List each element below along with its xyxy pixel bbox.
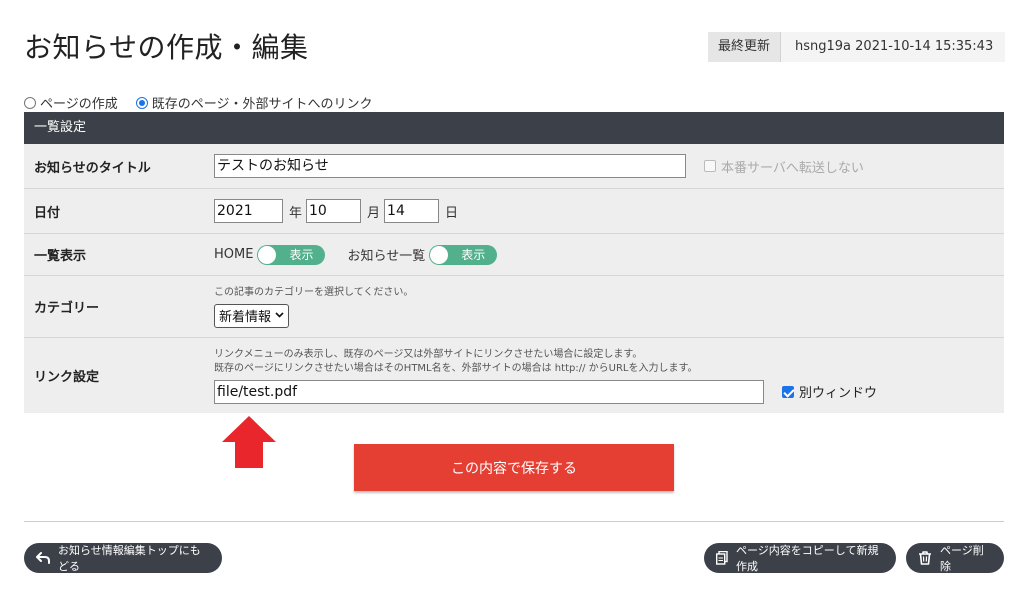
radio-label: ページの作成 xyxy=(40,97,118,112)
last-updated-info: 最終更新 hsng19a 2021-10-14 15:35:43 xyxy=(708,32,1006,62)
page-title: お知らせの作成・編集 xyxy=(24,31,309,64)
list-display-row: 一覧表示 HOME 表示 お知らせ一覧 表示 xyxy=(24,234,1004,276)
month-input[interactable]: 10 xyxy=(306,199,362,223)
radio-option-link[interactable]: 既存のページ・外部サイトへのリンク xyxy=(135,93,373,112)
toggle-knob xyxy=(430,245,449,264)
new-window-label: 別ウィンドウ xyxy=(799,386,878,401)
day-input[interactable]: 14 xyxy=(384,199,440,223)
chevron-down-icon xyxy=(275,310,284,321)
copy-icon xyxy=(716,551,728,565)
copy-button-label: ページ内容をコピーして新規作成 xyxy=(736,544,879,573)
category-hint: この記事のカテゴリーを選択してください。 xyxy=(214,286,414,298)
day-unit: 日 xyxy=(445,205,459,221)
list-display-label: 一覧表示 xyxy=(34,249,87,264)
link-hint-2: 既存のページにリンクさせたい場合はそのHTML名を、外部サイトの場合は http… xyxy=(214,362,698,374)
toggle-knob xyxy=(258,245,277,264)
home-label: HOME xyxy=(214,247,254,262)
last-updated-label: 最終更新 xyxy=(708,32,782,62)
date-row: 日付 2021 年 10 月 14 日 xyxy=(24,189,1004,234)
news-list-display-toggle[interactable]: 表示 xyxy=(429,244,498,265)
link-url-input[interactable]: file/test.pdf xyxy=(214,379,764,404)
list-settings-form: 一覧設定 お知らせのタイトル テストのお知らせ 本番サーバへ転送しない 日付 2… xyxy=(24,112,1004,413)
toggle-text: 表示 xyxy=(461,247,486,262)
checkbox[interactable] xyxy=(704,160,716,172)
year-input[interactable]: 2021 xyxy=(214,199,283,223)
category-label: カテゴリー xyxy=(34,301,100,316)
radio-option-create-page[interactable]: ページの作成 xyxy=(24,93,118,112)
copy-new-page-button[interactable]: ページ内容をコピーして新規作成 xyxy=(704,543,896,573)
last-updated-value: hsng19a 2021-10-14 15:35:43 xyxy=(781,32,1006,62)
trash-icon xyxy=(918,551,932,565)
category-selected-value: 新着情報 xyxy=(219,310,272,325)
month-unit: 月 xyxy=(367,205,381,221)
category-row: カテゴリー この記事のカテゴリーを選択してください。 新着情報 xyxy=(24,276,1004,338)
no-transfer-checkbox[interactable]: 本番サーバへ転送しない xyxy=(704,157,864,176)
title-row: お知らせのタイトル テストのお知らせ 本番サーバへ転送しない xyxy=(24,144,1004,189)
news-list-label: お知らせ一覧 xyxy=(347,249,426,264)
home-display-toggle[interactable]: 表示 xyxy=(257,244,326,265)
back-to-top-button[interactable]: お知らせ情報編集トップにもどる xyxy=(24,543,222,573)
checkbox-checked[interactable] xyxy=(782,385,794,398)
radio-button[interactable] xyxy=(24,96,36,109)
section-header: 一覧設定 xyxy=(24,112,1004,144)
page-type-selector: ページの作成 既存のページ・外部サイトへのリンク xyxy=(24,93,391,112)
date-label: 日付 xyxy=(34,205,61,221)
new-window-checkbox[interactable]: 別ウィンドウ xyxy=(782,382,877,401)
title-input[interactable]: テストのお知らせ xyxy=(214,154,686,178)
link-settings-row: リンク設定 リンクメニューのみ表示し、既存のページ又は外部サイトにリンクさせたい… xyxy=(24,338,1004,413)
no-transfer-label: 本番サーバへ転送しない xyxy=(721,160,864,176)
red-up-arrow-icon xyxy=(222,416,276,472)
divider xyxy=(24,521,1004,522)
radio-label: 既存のページ・外部サイトへのリンク xyxy=(151,97,373,112)
link-settings-label: リンク設定 xyxy=(34,370,100,385)
title-label: お知らせのタイトル xyxy=(34,160,151,176)
save-button[interactable]: この内容で保存する xyxy=(354,444,674,491)
toggle-text: 表示 xyxy=(289,247,314,262)
link-hint-1: リンクメニューのみ表示し、既存のページ又は外部サイトにリンクさせたい場合に設定し… xyxy=(214,348,643,360)
radio-button-selected[interactable] xyxy=(135,96,148,109)
delete-button-label: ページ削除 xyxy=(940,544,984,573)
back-arrow-icon xyxy=(36,552,50,564)
back-button-label: お知らせ情報編集トップにもどる xyxy=(58,544,201,573)
year-unit: 年 xyxy=(289,205,303,221)
delete-page-button[interactable]: ページ削除 xyxy=(906,543,1004,573)
category-select[interactable]: 新着情報 xyxy=(214,303,290,328)
